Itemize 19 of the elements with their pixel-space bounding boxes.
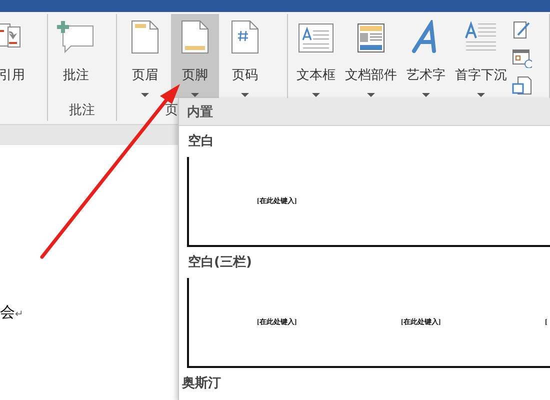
- ribbon-button[interactable]: 页脚: [171, 14, 219, 98]
- group-label: 页: [165, 102, 178, 120]
- signature-line-icon[interactable]: [512, 20, 532, 40]
- page-number-icon: [231, 20, 259, 54]
- ribbon-button[interactable]: 批注: [52, 14, 100, 98]
- ribbon-button[interactable]: 页眉: [121, 14, 169, 98]
- comment-icon: [57, 20, 95, 54]
- gallery-item-title: 奥斯汀: [182, 375, 221, 392]
- page-header-icon: [131, 20, 159, 54]
- gallery-item-title: 空白: [188, 132, 214, 150]
- gallery-item-title: 空白(三栏): [188, 254, 252, 271]
- group-label: 批注: [69, 102, 95, 120]
- paragraph-mark: ↵: [15, 309, 23, 320]
- page-footer-icon: [181, 20, 209, 54]
- calendar-clock-icon[interactable]: [512, 48, 532, 68]
- document-text: 会: [0, 305, 15, 321]
- object-icon[interactable]: [512, 76, 532, 96]
- menu-section-header: 内置: [179, 98, 550, 126]
- ribbon-button[interactable]: 引用: [0, 14, 36, 98]
